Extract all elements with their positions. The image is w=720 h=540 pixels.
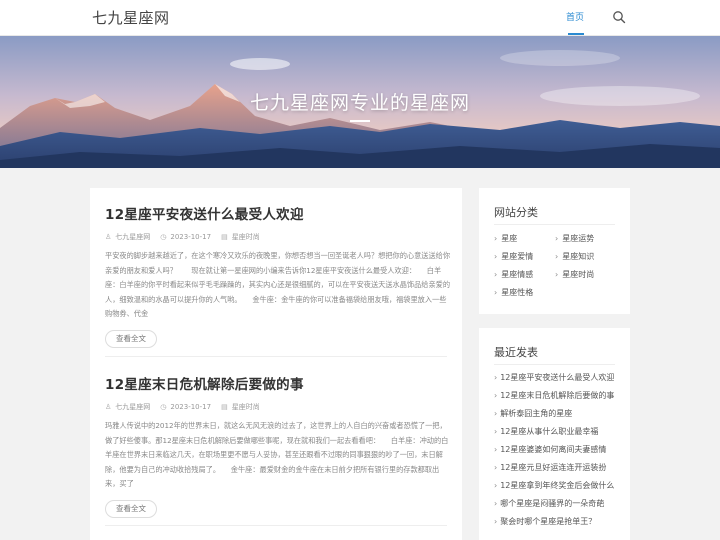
recent-post-link[interactable]: › 12星座平安夜送什么最受人欢迎 bbox=[494, 372, 616, 383]
read-more-button[interactable]: 查看全文 bbox=[105, 330, 157, 348]
clock-icon: ◷ bbox=[160, 403, 167, 411]
recent-post-link[interactable]: › 12星座元旦好运连连开运装扮 bbox=[494, 462, 616, 473]
chevron-right-icon: › bbox=[494, 517, 498, 526]
folder-icon: ▤ bbox=[221, 403, 228, 411]
post-item: 12星座末日危机解除后要做的事 ♙ 七九星座网 ◷ 2023-10-17 ▤ 星座时尚… bbox=[105, 373, 451, 518]
search-icon[interactable] bbox=[612, 10, 626, 24]
post-item: 12星座平安夜送什么最受人欢迎 ♙ 七九星座网 ◷ 2023-10-17 ▤ 星座时尚… bbox=[105, 203, 451, 348]
chevron-right-icon: › bbox=[494, 463, 498, 472]
post-title[interactable]: 12星座平安夜送什么最受人欢迎 bbox=[105, 203, 451, 223]
nav-item-home[interactable]: 首页 bbox=[566, 10, 584, 23]
user-icon: ♙ bbox=[105, 233, 112, 241]
chevron-right-icon: › bbox=[494, 427, 498, 436]
post-title[interactable]: 12星座末日危机解除后要做的事 bbox=[105, 373, 451, 393]
post-excerpt: 玛雅人传说中的2012年的世界末日，就这么无风无浪的过去了，这世界上的人自白的兴… bbox=[105, 421, 449, 488]
chevron-right-icon: › bbox=[494, 373, 498, 382]
recent-post-link[interactable]: › 12星座拿到年终奖金后会做什么 bbox=[494, 480, 616, 491]
chevron-right-icon: › bbox=[494, 445, 498, 454]
post-meta: ♙ 七九星座网 ◷ 2023-10-17 ▤ 星座时尚 bbox=[105, 232, 451, 242]
recent-title: 最近发表 bbox=[494, 346, 538, 359]
chevron-right-icon: › bbox=[494, 481, 498, 490]
chevron-right-icon: › bbox=[494, 270, 498, 279]
recent-post-link[interactable]: › 12星座末日危机解除后要做的事 bbox=[494, 390, 616, 401]
category-link[interactable]: › 星座时尚 bbox=[555, 269, 594, 280]
banner-title: 七九星座网专业的星座网 bbox=[249, 92, 470, 114]
chevron-right-icon: › bbox=[494, 409, 498, 418]
recent-posts-widget: 最近发表 › 12星座平安夜送什么最受人欢迎 › 12星座末日危机解除后要做的事 ›… bbox=[479, 328, 630, 540]
post-divider bbox=[105, 356, 447, 357]
post-date: 2023-10-17 bbox=[170, 403, 212, 411]
folder-icon: ▤ bbox=[221, 233, 228, 241]
chevron-right-icon: › bbox=[555, 234, 559, 243]
category-link[interactable]: › 星座爱情 bbox=[494, 251, 533, 262]
widget-divider bbox=[494, 364, 615, 365]
post-divider bbox=[105, 525, 447, 526]
category-link[interactable]: › 星座性格 bbox=[494, 287, 533, 298]
recent-post-link[interactable]: › 哪个星座是闷骚界的一朵奇葩 bbox=[494, 498, 616, 509]
categories-title: 网站分类 bbox=[494, 206, 538, 219]
category-link[interactable]: › 星座运势 bbox=[555, 233, 594, 244]
category-link[interactable]: › 星座情感 bbox=[494, 269, 533, 280]
hero-banner: 七九星座网专业的星座网 bbox=[0, 36, 720, 168]
category-link[interactable]: › 星座知识 bbox=[555, 251, 594, 262]
categories-widget: 网站分类 › 星座 › 星座运势 › 星座爱情 › 星座知识 › 星座情感 › 星座时尚 ›… bbox=[479, 188, 630, 314]
chevron-right-icon: › bbox=[494, 288, 498, 297]
widget-divider bbox=[494, 224, 615, 225]
banner-divider bbox=[350, 120, 370, 122]
site-logo[interactable]: 七九星座网 bbox=[92, 7, 170, 28]
recent-post-link[interactable]: › 解析泰囧主角的星座 bbox=[494, 408, 616, 419]
user-icon: ♙ bbox=[105, 403, 112, 411]
post-meta: ♙ 七九星座网 ◷ 2023-10-17 ▤ 星座时尚 bbox=[105, 402, 451, 412]
top-navbar: 七九星座网 首页 bbox=[0, 0, 720, 36]
chevron-right-icon: › bbox=[494, 234, 498, 243]
post-author[interactable]: 七九星座网 bbox=[115, 232, 150, 242]
chevron-right-icon: › bbox=[555, 252, 559, 261]
post-category[interactable]: 星座时尚 bbox=[232, 402, 260, 412]
post-date: 2023-10-17 bbox=[170, 233, 212, 241]
chevron-right-icon: › bbox=[494, 252, 498, 261]
post-excerpt: 平安夜的脚步越来越近了，在这个寒冷又欢乐的夜晚里，你想否想当一回圣诞老人吗？想把… bbox=[105, 251, 451, 318]
clock-icon: ◷ bbox=[160, 233, 167, 241]
chevron-right-icon: › bbox=[555, 270, 559, 279]
recent-post-link[interactable]: › 12星座从事什么职业最幸福 bbox=[494, 426, 616, 437]
category-link[interactable]: › 星座 bbox=[494, 233, 517, 244]
post-author[interactable]: 七九星座网 bbox=[115, 402, 150, 412]
chevron-right-icon: › bbox=[494, 391, 498, 400]
recent-post-link[interactable]: › 聚会时哪个星座是抢单王？ bbox=[494, 516, 616, 527]
nav-active-indicator bbox=[568, 33, 584, 35]
read-more-button[interactable]: 查看全文 bbox=[105, 500, 157, 518]
recent-post-link[interactable]: › 12星座婆婆如何离间夫妻感情 bbox=[494, 444, 616, 455]
post-list: 12星座平安夜送什么最受人欢迎 ♙ 七九星座网 ◷ 2023-10-17 ▤ 星座时尚… bbox=[90, 188, 462, 540]
post-category[interactable]: 星座时尚 bbox=[232, 232, 260, 242]
chevron-right-icon: › bbox=[494, 499, 498, 508]
